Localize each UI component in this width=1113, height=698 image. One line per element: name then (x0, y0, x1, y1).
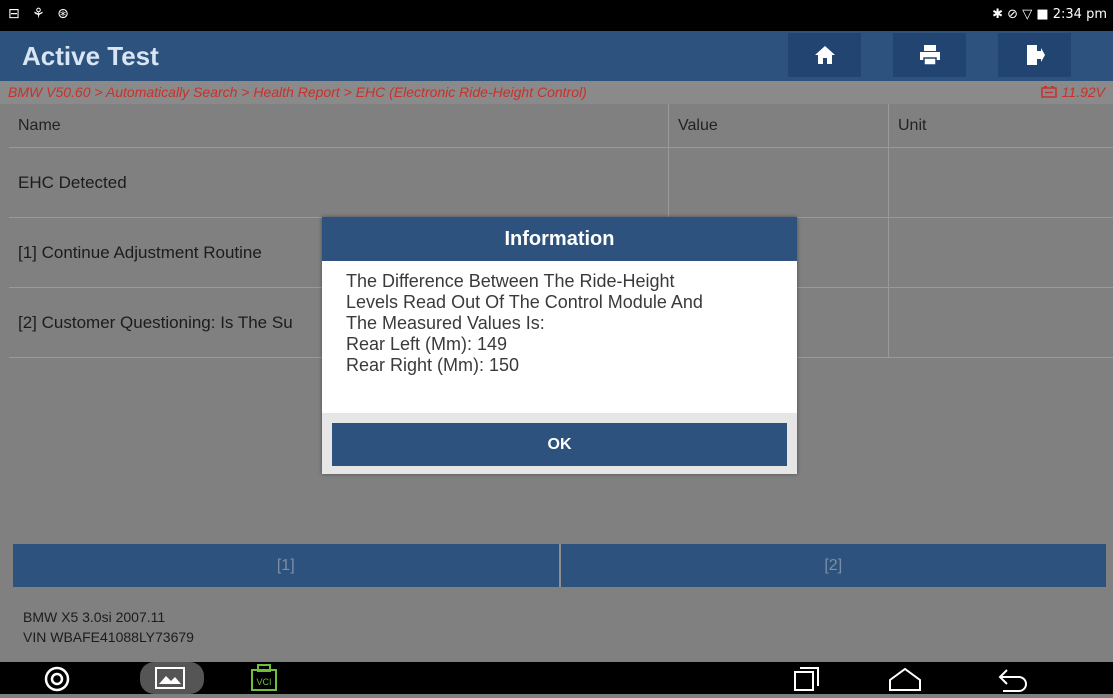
vci-icon[interactable]: VCI (251, 664, 277, 696)
breadcrumb-bar: BMW V50.60 > Automatically Search > Heal… (0, 81, 1113, 104)
message-line: Rear Right (Mm): 150 (346, 355, 520, 375)
vehicle-vin: VIN WBAFE41088LY73679 (23, 629, 194, 645)
print-button[interactable] (893, 33, 966, 77)
header-value: Value (669, 104, 889, 147)
home-button[interactable] (788, 33, 861, 77)
back-icon[interactable] (997, 666, 1029, 696)
battery-icon (1040, 86, 1057, 98)
function-button-2[interactable]: [2] (558, 544, 1107, 587)
information-dialog: Information The Difference Between The R… (322, 217, 797, 474)
vehicle-model: BMW X5 3.0si 2007.11 (23, 609, 166, 625)
ok-button[interactable]: OK (332, 423, 787, 466)
title-bar: Active Test (0, 31, 1113, 81)
recent-apps-icon[interactable] (793, 666, 821, 696)
status-icons-left: ⊟ ⚘ ⊛ (8, 6, 73, 22)
page-title: Active Test (22, 41, 159, 71)
voltage-value: 11.92V (1061, 84, 1105, 100)
table-row[interactable]: EHC Detected (9, 148, 1113, 218)
message-line: Levels Read Out Of The Control Module An… (346, 292, 703, 312)
row-unit (889, 218, 1113, 287)
home-icon (814, 46, 835, 64)
dialog-message: The Difference Between The Ride-Height L… (346, 271, 703, 376)
dialog-body: The Difference Between The Ride-Height L… (322, 261, 797, 413)
status-bar: ⊟ ⚘ ⊛ ✱ ⊘ ▽ ■ 2:34 pm (0, 0, 1113, 31)
row-value (669, 148, 889, 217)
message-line: The Difference Between The Ride-Height (346, 271, 675, 291)
header-unit: Unit (898, 116, 927, 134)
row-unit (889, 148, 1113, 217)
function-button-1[interactable]: [1] (13, 544, 559, 587)
header-name: Name (9, 104, 669, 147)
vehicle-info: BMW X5 3.0si 2007.11 VIN WBAFE41088LY736… (23, 607, 194, 647)
message-line: Rear Left (Mm): 149 (346, 334, 508, 354)
table-header: Name Value Unit (9, 104, 1113, 148)
dialog-title: Information (322, 217, 797, 261)
system-nav-bar: VCI (0, 662, 1113, 694)
exit-icon (1026, 45, 1045, 65)
chrome-icon[interactable] (44, 666, 70, 696)
row-unit (889, 288, 1113, 357)
row-name: EHC Detected (9, 148, 669, 217)
svg-text:VCI: VCI (256, 677, 271, 687)
exit-button[interactable] (998, 33, 1071, 77)
function-button-bar: [1] [2] (13, 544, 1106, 587)
battery-voltage: 11.92V (1040, 84, 1105, 100)
status-icons-right: ✱ ⊘ ▽ ■ 2:34 pm (992, 7, 1107, 22)
breadcrumb: BMW V50.60 > Automatically Search > Heal… (8, 84, 587, 100)
printer-icon (919, 45, 940, 66)
message-line: The Measured Values Is: (346, 313, 545, 333)
gallery-icon[interactable] (140, 662, 204, 698)
home-nav-icon[interactable] (888, 666, 922, 696)
